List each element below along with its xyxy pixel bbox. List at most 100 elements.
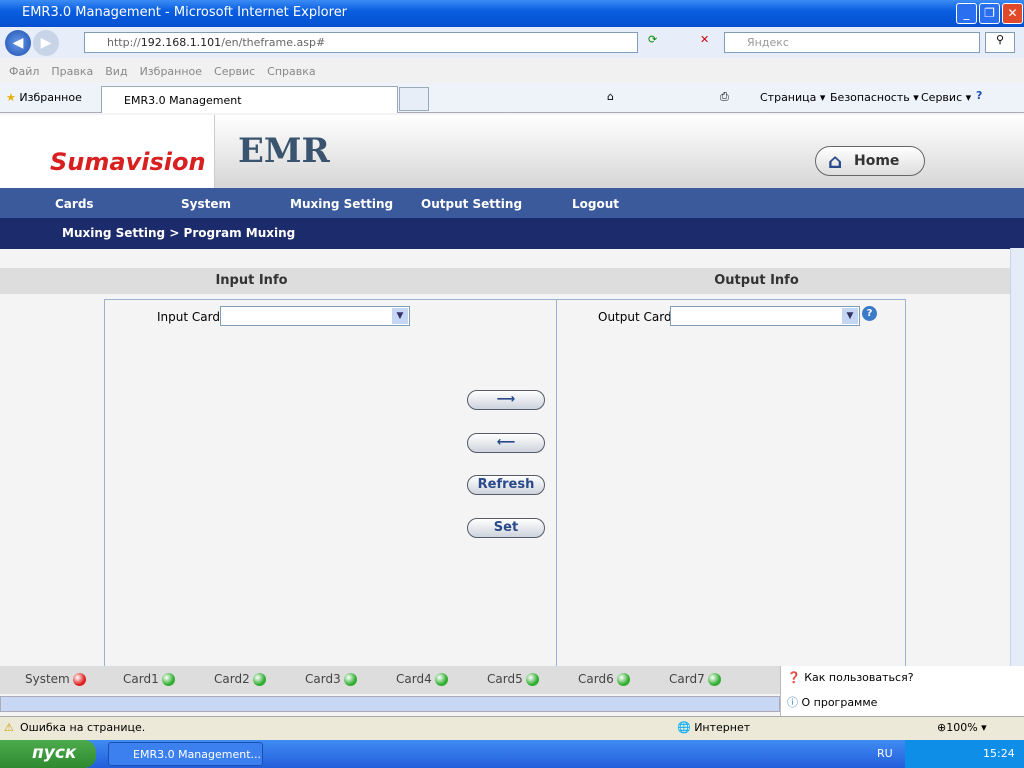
nav-logout[interactable]: Logout	[572, 197, 619, 211]
output-card-label: Output Card:	[598, 310, 676, 324]
help-icon[interactable]: ?	[976, 89, 982, 102]
stop-icon[interactable]: ✕	[700, 33, 709, 46]
menu-view[interactable]: Вид	[105, 65, 127, 78]
info-icon: ⓘ	[787, 696, 798, 709]
title-bar: EMR3.0 Management - Microsoft Internet E…	[0, 0, 1024, 27]
security-menu[interactable]: Безопасность ▾	[830, 91, 919, 104]
refresh-icon[interactable]: ⟳	[648, 33, 657, 46]
status-led-icon	[252, 673, 266, 686]
home-button[interactable]: ⌂ Home	[815, 146, 925, 176]
new-tab-button[interactable]	[399, 87, 429, 111]
home-icon: ⌂	[828, 149, 843, 173]
output-card-select[interactable]: ▼	[670, 306, 860, 326]
nav-output-setting[interactable]: Output Setting	[421, 197, 522, 211]
remove-arrow-button[interactable]: ⟵	[467, 433, 545, 453]
breadcrumb: Muxing Setting > Program Muxing	[0, 218, 1024, 249]
status-led-icon	[434, 673, 448, 686]
question-icon: ❓	[787, 671, 801, 684]
address-bar: ◀ ▶ http://192.168.1.101/en/theframe.asp…	[0, 27, 1024, 58]
status-led-icon	[525, 673, 539, 686]
status-label: Card6	[578, 672, 614, 686]
logo: Sumavision	[0, 115, 215, 188]
status-led-icon	[707, 673, 721, 686]
menu-tools[interactable]: Сервис	[214, 65, 255, 78]
search-icon[interactable]: ⚲	[985, 32, 1015, 53]
warning-icon: ⚠	[4, 721, 14, 734]
status-label: Card4	[396, 672, 432, 686]
close-button[interactable]: ✕	[1002, 3, 1023, 24]
main-nav: Cards System Muxing Setting Output Setti…	[0, 188, 1024, 218]
globe-icon: 🌐	[677, 721, 691, 734]
set-button[interactable]: Set	[467, 518, 545, 538]
status-label: Card1	[123, 672, 159, 686]
taskbar: пуск EMR3.0 Management... RU 15:24	[0, 740, 1024, 768]
vertical-scrollbar[interactable]	[1010, 248, 1024, 666]
add-arrow-button[interactable]: ⟶	[467, 390, 545, 410]
product-name: EMR	[238, 131, 330, 171]
help-icon[interactable]: ?	[862, 306, 877, 321]
system-tray: 15:24	[905, 740, 1024, 768]
start-button[interactable]: пуск	[0, 740, 96, 768]
menu-help[interactable]: Справка	[267, 65, 315, 78]
home-icon[interactable]: ⌂	[607, 90, 614, 103]
status-label: Card5	[487, 672, 523, 686]
output-panel: Output Card: ▼ ?	[556, 299, 906, 666]
input-info-heading: Input Info	[0, 268, 503, 294]
favorites-button[interactable]: ★ Избранное	[6, 91, 82, 104]
status-card7: Card7	[669, 672, 721, 686]
status-card4: Card4	[396, 672, 448, 686]
nav-system[interactable]: System	[181, 197, 231, 211]
input-panel: Input Card: ▼	[104, 299, 456, 666]
status-bar: ⚠ Ошибка на странице. 🌐 Интернет ⊕100% ▾	[0, 716, 1024, 740]
status-card1: Card1	[123, 672, 175, 686]
status-label: Card2	[214, 672, 250, 686]
menu-file[interactable]: Файл	[9, 65, 39, 78]
page-header: Sumavision EMR ⌂ Home	[0, 115, 1024, 188]
zoom-level[interactable]: ⊕100% ▾	[937, 721, 987, 734]
taskbar-item[interactable]: EMR3.0 Management...	[108, 742, 263, 766]
output-info-heading: Output Info	[503, 268, 1010, 294]
print-icon[interactable]: ⎙	[720, 90, 729, 104]
search-input[interactable]: Яндекс	[724, 32, 980, 53]
input-card-select[interactable]: ▼	[220, 306, 410, 326]
star-icon: ★	[6, 91, 16, 104]
help-about-item[interactable]: ⓘ О программе	[787, 694, 877, 710]
help-popup: ❓ Как пользоваться? ⓘ О программе	[780, 666, 1024, 716]
back-button[interactable]: ◀	[5, 30, 31, 56]
forward-button[interactable]: ▶	[33, 30, 59, 56]
minimize-button[interactable]: _	[956, 3, 977, 24]
status-led-icon	[616, 673, 630, 686]
maximize-button[interactable]: ❐	[979, 3, 1000, 24]
favorites-bar: ★ Избранное EMR3.0 Management ⌂ ⎙ Страни…	[0, 83, 1024, 113]
refresh-button[interactable]: Refresh	[467, 475, 545, 495]
menu-edit[interactable]: Правка	[51, 65, 93, 78]
status-card6: Card6	[578, 672, 630, 686]
status-label: System	[25, 672, 70, 686]
status-system: System	[25, 672, 86, 686]
chevron-down-icon: ▼	[842, 308, 858, 324]
status-label: Card7	[669, 672, 705, 686]
help-how-item[interactable]: ❓ Как пользоваться?	[787, 671, 914, 684]
status-card2: Card2	[214, 672, 266, 686]
page-menu[interactable]: Страница ▾	[760, 91, 825, 104]
language-indicator[interactable]: RU	[877, 747, 893, 760]
menu-bar: Файл Правка Вид Избранное Сервис Справка	[0, 58, 1024, 83]
browser-tab[interactable]: EMR3.0 Management	[101, 86, 398, 113]
status-led-icon	[343, 673, 357, 686]
tools-menu[interactable]: Сервис ▾	[921, 91, 971, 104]
status-card5: Card5	[487, 672, 539, 686]
nav-muxing-setting[interactable]: Muxing Setting	[290, 197, 393, 211]
horizontal-scrollbar[interactable]	[0, 696, 780, 712]
menu-favorites[interactable]: Избранное	[140, 65, 202, 78]
web-page: Sumavision EMR ⌂ Home Cards System Muxing…	[0, 113, 1024, 716]
input-card-label: Input Card:	[157, 310, 225, 324]
url-input[interactable]: http://192.168.1.101/en/theframe.asp#	[84, 32, 638, 53]
chevron-down-icon: ▼	[392, 308, 408, 324]
window-title: EMR3.0 Management - Microsoft Internet E…	[22, 5, 348, 20]
status-led-icon	[161, 673, 175, 686]
status-label: Card3	[305, 672, 341, 686]
nav-cards[interactable]: Cards	[55, 197, 94, 211]
error-text[interactable]: Ошибка на странице.	[20, 721, 145, 734]
status-indicators: System Card1 Card2 Card3 Card4 Card5 Card6 Card…	[0, 666, 780, 694]
clock: 15:24	[983, 747, 1015, 760]
